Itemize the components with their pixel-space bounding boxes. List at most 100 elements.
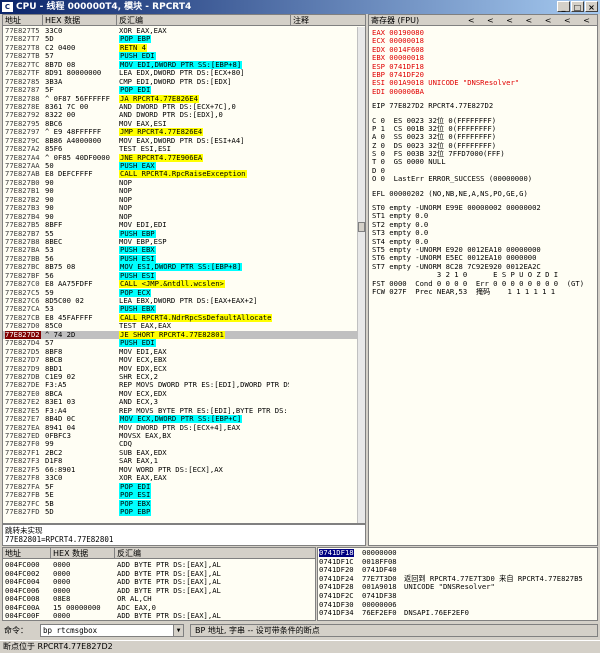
disasm-row[interactable]: 77E827B8 8BEC MOV EBP,ESP xyxy=(3,238,357,246)
disassembly-pane[interactable]: 地址 HEX 数据 反汇编 注释 77E827T5 33C0 XOR EAX,EAX… xyxy=(2,14,366,524)
register-line[interactable]: A 0 SS 0023 32位 0(FFFFFFFF) xyxy=(372,133,595,141)
disasm-row[interactable]: 77E827ED 0FBFC3 MOVSX EAX,BX xyxy=(3,432,357,440)
disasm-row[interactable]: 77E82795 8BC6 MOV EAX,ESI xyxy=(3,120,357,128)
register-line[interactable]: O 0 LastErr ERROR_SUCCESS (00000000) xyxy=(372,175,595,183)
disasm-row[interactable]: 77E82792 8322 00 AND DWORD PTR DS:[EDX],0 xyxy=(3,111,357,119)
disasm-row[interactable]: 77E827B2 90 NOP xyxy=(3,196,357,204)
registers-header[interactable]: 寄存器 (FPU) < < < < < < < xyxy=(369,15,597,26)
minimize-button[interactable]: _ xyxy=(557,1,570,12)
register-line[interactable]: EDX 0014F608 xyxy=(372,46,595,54)
col-header-address[interactable]: 地址 xyxy=(3,15,43,26)
disasm-row[interactable]: 77E827TF 8D91 80000000 LEA EDX,DWORD PTR D… xyxy=(3,69,357,77)
disasm-row[interactable]: 77E82788 ^ 0F87 56FFFFFF JA RPCRT4.77E826E… xyxy=(3,94,357,103)
stack-row[interactable]: 0741DF1C 0018FF08 xyxy=(318,557,597,566)
register-line[interactable]: EAX 00190080 xyxy=(372,29,595,37)
stack-pane[interactable]: 0741DF18 00000000 0741DF1C 0018FF08 0741DF20… xyxy=(317,547,598,621)
register-line[interactable]: EIP 77E827D2 RPCRT4.77E827D2 xyxy=(372,102,595,110)
register-line[interactable]: EDI 000006BA xyxy=(372,88,595,96)
disasm-row[interactable]: 77E827E0 8BCA MOV ECX,EDX xyxy=(3,390,357,398)
stack-row[interactable]: 0741DF34 76EF2EF0 DNSAPI.76EF2EF0 xyxy=(318,608,597,617)
disasm-row[interactable]: 77E827F1 2BC2 SUB EAX,EDX xyxy=(3,449,357,457)
col-header-hex[interactable]: HEX 数据 xyxy=(43,15,117,26)
register-line[interactable]: ST1 empty 0.0 xyxy=(372,212,595,220)
register-line[interactable]: C 0 ES 0023 32位 0(FFFFFFFF) xyxy=(372,117,595,125)
stack-row[interactable]: 0741DF18 00000000 xyxy=(318,548,597,558)
disasm-row[interactable]: 77E827B4 90 NOP xyxy=(3,213,357,221)
register-line[interactable]: ST0 empty -UNORM E99E 00000002 00000002 xyxy=(372,204,595,212)
disasm-row[interactable]: 77E827FB 5E POP ESI xyxy=(3,491,357,500)
disasm-row[interactable]: 77E827T8 C2 0400 RETN 4 xyxy=(3,43,357,52)
dump-col-header-hex[interactable]: HEX 数据 xyxy=(51,548,115,559)
disasm-row[interactable]: 77E827AA 50 PUSH EAX xyxy=(3,162,357,170)
disasm-row[interactable]: 77E827DE F3:A5 REP MOVS DWORD PTR ES:[EDI]… xyxy=(3,381,357,389)
register-line[interactable]: EBX 00000018 xyxy=(372,54,595,62)
disasm-row[interactable]: 77E827TC 8B7D 08 MOV EDI,DWORD PTR SS:[EBP… xyxy=(3,60,357,69)
stack-row[interactable]: 0741DF2C 0741DF38 xyxy=(318,591,597,600)
disasm-row[interactable]: 77E82787 5F POP EDI xyxy=(3,86,357,95)
register-line[interactable]: ST4 empty 0.0 xyxy=(372,238,595,246)
disasm-row[interactable]: 77E827C5 59 POP ECX xyxy=(3,288,357,297)
disasm-row[interactable]: 77E827B5 8BFF MOV EDI,EDI xyxy=(3,221,357,229)
disasm-row[interactable]: 77E827F0 99 CDQ xyxy=(3,440,357,448)
register-line[interactable]: FST 0000 Cond 0 0 0 0 Err 0 0 0 0 0 0 0 … xyxy=(372,280,595,288)
register-line[interactable]: ECX 00000018 xyxy=(372,37,595,45)
maximize-button[interactable]: □ xyxy=(571,1,584,12)
dump-col-header-disasm[interactable]: 反汇编 xyxy=(115,548,315,559)
register-line[interactable]: D 0 xyxy=(372,167,595,175)
disasm-row[interactable]: 77E827B1 90 NOP xyxy=(3,187,357,195)
register-line[interactable]: 3 2 1 0 E S P U O Z D I xyxy=(372,271,595,279)
register-line[interactable]: ST7 empty -UNORM 8C28 7C92E920 0012EA2C xyxy=(372,263,595,271)
disasm-row[interactable]: 77E827B0 90 NOP xyxy=(3,179,357,187)
disasm-row[interactable]: 77E827F3 D1F8 SAR EAX,1 xyxy=(3,457,357,465)
register-line[interactable]: S 0 FS 003B 32位 7FFD7000(FFF) xyxy=(372,150,595,158)
disasm-row[interactable]: 77E827BB 56 PUSH ESI xyxy=(3,254,357,263)
chevron-down-icon[interactable]: ▼ xyxy=(173,625,183,636)
register-line[interactable]: FCW 027F Prec NEAR,53 掩码 1 1 1 1 1 1 xyxy=(372,288,595,296)
disasm-row[interactable]: 77E827TB 57 PUSH EDI xyxy=(3,52,357,61)
dump-col-header-address[interactable]: 地址 xyxy=(3,548,51,559)
stack-row[interactable]: 0741DF28 001A9018 UNICODE "DNSResolver" xyxy=(318,582,597,591)
dump-row[interactable]: 004FC008 08E8 OR AL,CH xyxy=(3,594,315,603)
register-line[interactable]: ESI 001A9018 UNICODE "DNSResolver" xyxy=(372,79,595,87)
disasm-row[interactable]: 77E827D7 8BCB MOV ECX,EBX xyxy=(3,356,357,364)
disasm-row[interactable]: 77E827F8 33C0 XOR EAX,EAX xyxy=(3,474,357,482)
close-button[interactable]: × xyxy=(585,1,598,12)
disasm-row[interactable]: 77E827B3 90 NOP xyxy=(3,204,357,212)
disasm-row[interactable]: 77E8279C 8B86 A4000000 MOV EAX,DWORD PTR D… xyxy=(3,137,357,145)
register-line[interactable]: ST5 empty -UNORM E920 0012EA10 00000000 xyxy=(372,246,595,254)
register-line[interactable]: ESP 0741DF18 xyxy=(372,63,595,71)
disasm-row[interactable]: 77E827D0 85C0 TEST EAX,EAX xyxy=(3,322,357,330)
disasm-row[interactable]: 77E82797 ^ E9 48FFFFFF JMP RPCRT4.77E826E4 xyxy=(3,128,357,137)
register-line[interactable]: EBP 0741DF20 xyxy=(372,71,595,79)
register-line[interactable]: ST2 empty 0.0 xyxy=(372,221,595,229)
disasm-row[interactable]: 77E827E7 8B4D 0C MOV ECX,DWORD PTR SS:[EBP… xyxy=(3,415,357,424)
dump-row[interactable]: 004FC006 0000 ADD BYTE PTR DS:[EAX],AL xyxy=(3,586,315,595)
disasm-row[interactable]: 77E827BA 53 PUSH EBX xyxy=(3,246,357,255)
disasm-row[interactable]: 77E827BC 8B75 08 MOV ESI,DWORD PTR SS:[EBP… xyxy=(3,263,357,272)
disasm-row[interactable]: 77E827E5 F3:A4 REP MOVS BYTE PTR ES:[EDI],… xyxy=(3,407,357,415)
disasm-row[interactable]: 77E827D9 8BD1 MOV EDX,ECX xyxy=(3,365,357,373)
disasm-row[interactable]: 77E827A4 ^ 0F85 40DF0000 JNE RPCRT4.77E906… xyxy=(3,153,357,162)
disasm-row[interactable]: 77E827BF 56 PUSH ESI xyxy=(3,271,357,280)
disasm-row[interactable]: 77E82785 3B3A CMP EDI,DWORD PTR DS:[EDX] xyxy=(3,78,357,86)
disasm-row[interactable]: 77E827D2 ^ 74 2D JE SHORT RPCRT4.77E82801 xyxy=(3,330,357,340)
col-header-comment[interactable]: 注释 xyxy=(291,15,365,26)
disasm-row[interactable]: 77E827D5 8BF8 MOV EDI,EAX xyxy=(3,348,357,356)
disasm-row[interactable]: 77E827D4 57 PUSH EDI xyxy=(3,339,357,348)
register-line[interactable]: Z 0 DS 0023 32位 0(FFFFFFFF) xyxy=(372,142,595,150)
disassembly-scrollbar[interactable] xyxy=(357,27,365,523)
disasm-row[interactable]: 77E827FD 5D POP EBP xyxy=(3,507,357,516)
disasm-row[interactable]: 77E827C0 E8 AA75FDFF CALL <JMP.&ntdll.wcsl… xyxy=(3,280,357,289)
disasm-row[interactable]: 77E827T7 5D POP EBP xyxy=(3,35,357,44)
disasm-row[interactable]: 77E827DB C1E9 02 SHR ECX,2 xyxy=(3,373,357,381)
disasm-row[interactable]: 77E827FA 5F POP EDI xyxy=(3,482,357,491)
disasm-row[interactable]: 77E827C6 8D5C00 02 LEA EBX,DWORD PTR DS:[E… xyxy=(3,297,357,305)
disasm-row[interactable]: 77E827AB E8 DEFCFFFF CALL RPCRT4.RpcRaiseE… xyxy=(3,170,357,179)
disasm-row[interactable]: 77E827CB E8 45FAFFFF CALL RPCRT4.NdrRpcSsD… xyxy=(3,313,357,322)
register-line[interactable]: P 1 CS 001B 32位 0(FFFFFFFF) xyxy=(372,125,595,133)
disasm-row[interactable]: 77E827EA 8941 04 MOV DWORD PTR DS:[ECX+4],… xyxy=(3,424,357,432)
disasm-row[interactable]: 77E827B7 55 PUSH EBP xyxy=(3,229,357,238)
disasm-row[interactable]: 77E827E2 83E1 03 AND ECX,3 xyxy=(3,398,357,406)
disasm-row[interactable]: 77E827A2 85F6 TEST ESI,ESI xyxy=(3,145,357,153)
col-header-disasm[interactable]: 反汇编 xyxy=(117,15,291,26)
